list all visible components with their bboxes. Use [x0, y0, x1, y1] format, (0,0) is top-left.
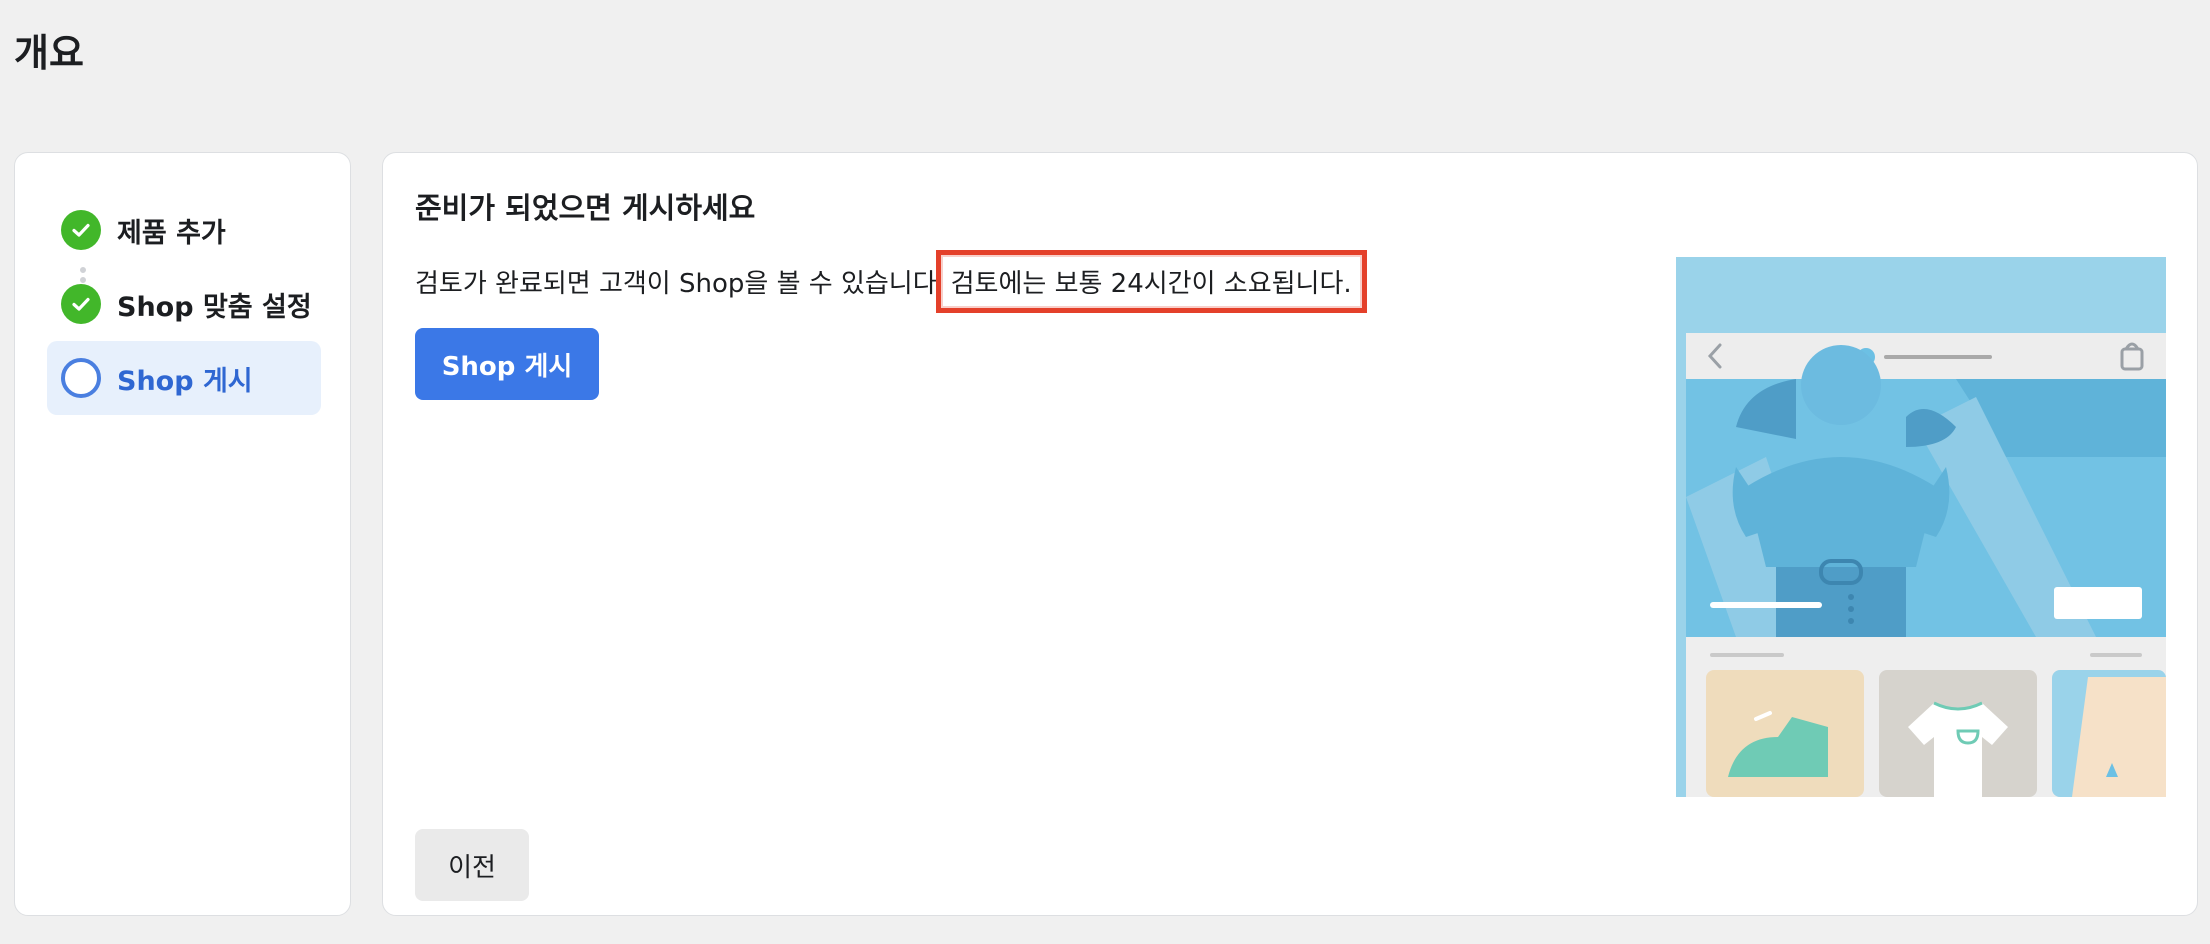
- previous-button[interactable]: 이전: [415, 829, 529, 901]
- step-list: 제품 추가 Shop 맞춤 설정 Shop 게시: [47, 193, 321, 415]
- shop-preview-illustration: [1676, 257, 2166, 797]
- publish-description: 검토가 완료되면 고객이 Shop을 볼 수 있습니다 검토에는 보통 24시간이…: [415, 250, 1367, 313]
- step-label: Shop 게시: [117, 365, 253, 397]
- check-circle-icon: [61, 284, 101, 324]
- description-text: 검토가 완료되면 고객이 Shop을 볼 수 있습니다: [415, 269, 937, 299]
- step-label: Shop 맞춤 설정: [117, 291, 312, 323]
- step-publish-shop[interactable]: Shop 게시: [47, 341, 321, 415]
- step-label: 제품 추가: [117, 217, 226, 249]
- check-circle-icon: [61, 210, 101, 250]
- page-title: 개요: [14, 31, 84, 75]
- steps-panel: 제품 추가 Shop 맞춤 설정 Shop 게시: [14, 152, 351, 916]
- panel-heading: 준비가 되었으면 게시하세요: [415, 191, 756, 225]
- step-add-products[interactable]: 제품 추가: [47, 193, 321, 267]
- review-time-note: 검토에는 보통 24시간이 소요됩니다.: [935, 250, 1367, 313]
- circle-outline-icon: [61, 358, 101, 398]
- publish-shop-button[interactable]: Shop 게시: [415, 328, 599, 400]
- publish-panel: 준비가 되었으면 게시하세요 검토가 완료되면 고객이 Shop을 볼 수 있습…: [382, 152, 2198, 916]
- step-customize-shop[interactable]: Shop 맞춤 설정: [47, 267, 321, 341]
